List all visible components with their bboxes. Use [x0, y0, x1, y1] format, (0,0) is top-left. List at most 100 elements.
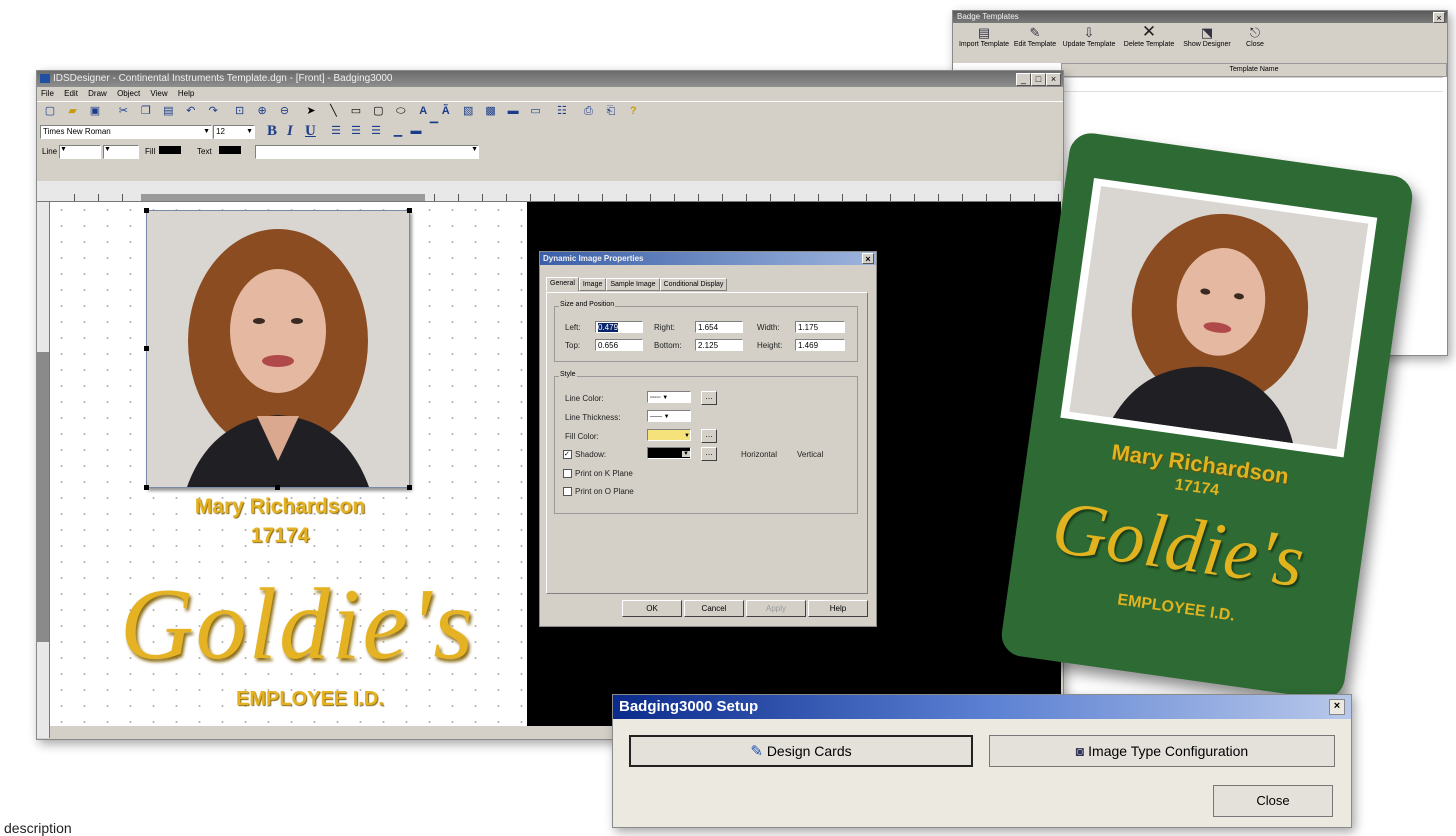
menu-file[interactable]: File — [41, 89, 54, 98]
selection-handle[interactable] — [407, 485, 412, 490]
image-type-configuration-button[interactable]: ◙ Image Type Configuration — [989, 735, 1335, 767]
dynamic-text-icon[interactable]: Ã — [439, 105, 453, 118]
apply-button[interactable]: Apply — [746, 600, 806, 617]
design-cards-button[interactable]: ✎ Design Cards — [629, 735, 973, 767]
text-tool-icon[interactable]: A — [416, 105, 430, 118]
align-top-icon[interactable]: ▔ — [427, 123, 441, 136]
delete-template-button[interactable]: ✕ Delete Template — [1119, 23, 1179, 63]
left-field[interactable]: 0.479 — [595, 321, 643, 333]
close-icon[interactable]: × — [1046, 73, 1061, 86]
selection-handle[interactable] — [144, 346, 149, 351]
photo-placeholder[interactable] — [144, 208, 412, 490]
close-template-button[interactable]: ⎋ Close — [1235, 23, 1275, 63]
height-field[interactable]: 1.469 — [795, 339, 845, 351]
ellipse-tool-icon[interactable]: ⬭ — [394, 105, 408, 118]
card-name-text[interactable]: Mary Richardson — [90, 495, 470, 519]
print-k-checkbox[interactable] — [563, 469, 572, 478]
tab-conditional-display[interactable]: Conditional Display — [659, 278, 728, 291]
ok-button[interactable]: OK — [622, 600, 682, 617]
tab-general[interactable]: General — [546, 277, 579, 291]
font-name-select[interactable]: Times New Roman ▼ — [40, 125, 212, 139]
save-icon[interactable]: ▣ — [88, 105, 102, 118]
close-button[interactable]: Close — [1213, 785, 1333, 817]
update-template-button[interactable]: ⇩ Update Template — [1059, 23, 1119, 63]
font-size-select[interactable]: 12 ▼ — [213, 125, 255, 139]
text-color-select[interactable] — [219, 146, 241, 154]
close-icon[interactable]: × — [1329, 699, 1345, 715]
bold-icon[interactable]: B — [267, 123, 277, 140]
menu-object[interactable]: Object — [117, 89, 140, 98]
undo-icon[interactable]: ↶ — [184, 105, 198, 118]
close-icon[interactable]: × — [1433, 12, 1445, 23]
zoom-out-icon[interactable]: ⊖ — [278, 105, 292, 118]
shadow-color-select[interactable]: ▼ — [647, 447, 691, 459]
template-name-header[interactable]: Template Name — [1061, 63, 1447, 77]
align-left-icon[interactable]: ☰ — [329, 125, 343, 138]
dynamic-image-icon[interactable]: ▩ — [484, 105, 498, 118]
mag-stripe-icon[interactable]: ▭ — [529, 105, 543, 118]
tab-sample-image[interactable]: Sample Image — [606, 278, 660, 291]
help-button[interactable]: Help — [808, 600, 868, 617]
logo-text[interactable]: Goldie's — [120, 566, 475, 683]
rectangle-tool-icon[interactable]: ▭ — [349, 105, 363, 118]
shadow-checkbox[interactable]: ✓ — [563, 450, 572, 459]
right-field[interactable]: 1.654 — [695, 321, 743, 333]
line-tool-icon[interactable]: ╲ — [326, 105, 340, 118]
tab-image[interactable]: Image — [578, 278, 607, 291]
selection-handle[interactable] — [275, 485, 280, 490]
fill-color-more-button[interactable]: … — [701, 429, 717, 443]
menu-view[interactable]: View — [150, 89, 167, 98]
open-icon[interactable]: ▰ — [65, 105, 79, 118]
italic-icon[interactable]: I — [287, 123, 293, 140]
selection-handle[interactable] — [144, 485, 149, 490]
menu-help[interactable]: Help — [178, 89, 194, 98]
cut-icon[interactable]: ✂ — [116, 105, 130, 118]
card-number-text[interactable]: 17174 — [90, 524, 470, 548]
design-canvas[interactable]: Mary Richardson 17174 Goldie's EMPLOYEE … — [50, 202, 527, 726]
barcode-icon[interactable]: ▬ — [506, 105, 520, 118]
underline-icon[interactable]: U — [305, 123, 316, 140]
line-thickness-select[interactable]: —— ▼ — [647, 410, 691, 422]
copy-icon[interactable]: ❐ — [139, 105, 153, 118]
line-width-select[interactable]: ▼ — [103, 145, 139, 159]
pointer-icon[interactable]: ➤ — [304, 105, 318, 118]
print-icon[interactable]: ⎙ — [581, 105, 595, 118]
fill-color-select[interactable]: ▼ — [647, 429, 691, 441]
width-field[interactable]: 1.175 — [795, 321, 845, 333]
line-color-more-button[interactable]: … — [701, 391, 717, 405]
image-tool-icon[interactable]: ▧ — [461, 105, 475, 118]
properties-icon[interactable]: ☷ — [555, 105, 569, 118]
cancel-button[interactable]: Cancel — [684, 600, 744, 617]
paste-icon[interactable]: ▤ — [161, 105, 175, 118]
align-middle-icon[interactable]: ▬ — [409, 125, 423, 138]
new-icon[interactable]: ▢ — [43, 105, 57, 118]
align-right-icon[interactable]: ☰ — [369, 125, 383, 138]
bottom-field[interactable]: 2.125 — [695, 339, 743, 351]
import-template-button[interactable]: ▤ Import Template — [957, 23, 1011, 63]
caption-text[interactable]: EMPLOYEE I.D. — [236, 688, 384, 711]
help-icon[interactable]: ? — [626, 105, 640, 118]
close-icon[interactable]: × — [862, 253, 874, 264]
minimize-icon[interactable]: _ — [1016, 73, 1031, 86]
align-center-icon[interactable]: ☰ — [349, 125, 363, 138]
redo-icon[interactable]: ↷ — [206, 105, 220, 118]
align-bottom-icon[interactable]: ▁ — [391, 125, 405, 138]
zoom-in-icon[interactable]: ⊕ — [255, 105, 269, 118]
selection-handle[interactable] — [144, 208, 149, 213]
rounded-rect-tool-icon[interactable]: ▢ — [371, 105, 385, 118]
fill-color-select[interactable] — [159, 146, 181, 154]
line-color-select[interactable]: ▫▫▫▫▫ ▼ — [647, 391, 691, 403]
edit-template-button[interactable]: ✎ Edit Template — [1011, 23, 1059, 63]
show-designer-button[interactable]: ⬔ Show Designer — [1179, 23, 1235, 63]
text-field-select[interactable]: ▼ — [255, 145, 479, 159]
maximize-icon[interactable]: □ — [1031, 73, 1046, 86]
menu-draw[interactable]: Draw — [88, 89, 107, 98]
print-o-checkbox[interactable] — [563, 487, 572, 496]
fit-icon[interactable]: ⊡ — [233, 105, 247, 118]
preview-icon[interactable]: ⎗ — [604, 105, 618, 118]
top-field[interactable]: 0.656 — [595, 339, 643, 351]
menu-edit[interactable]: Edit — [64, 89, 78, 98]
line-style-select[interactable]: ▼ — [59, 145, 101, 159]
shadow-more-button[interactable]: … — [701, 447, 717, 461]
selection-handle[interactable] — [407, 208, 412, 213]
